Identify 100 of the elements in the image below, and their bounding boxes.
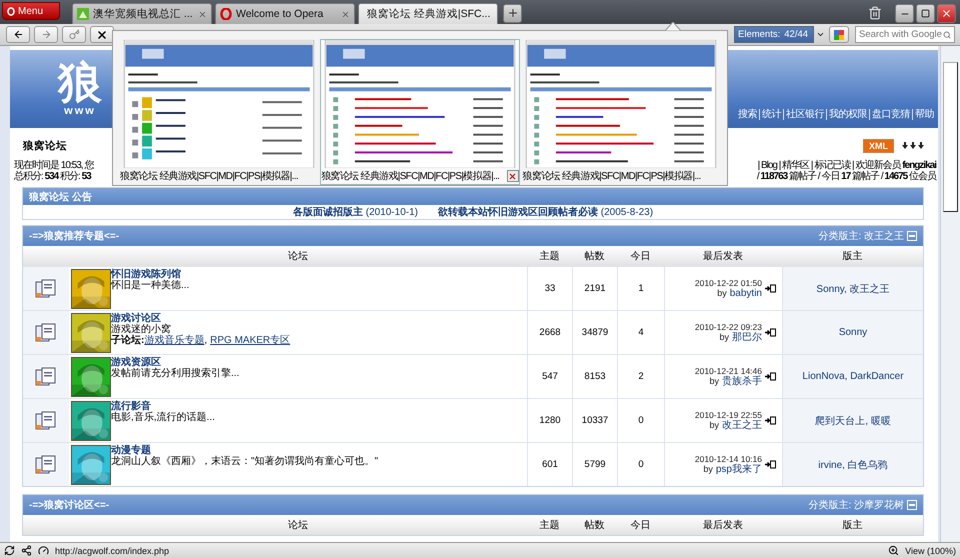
moderator-links[interactable]: Sonny bbox=[782, 311, 923, 354]
tab-thumbnail[interactable]: 狼窝论坛 经典游戏|SFC|MD|FC|PS|模拟器|... bbox=[320, 39, 520, 185]
dropdown-icon[interactable] bbox=[816, 30, 825, 39]
column-header: 今日 bbox=[630, 519, 652, 533]
thumbnail-caption: 狼窝论坛 经典游戏|SFC|MD|FC|PS|模拟器|... bbox=[321, 170, 500, 184]
trash-icon[interactable] bbox=[868, 6, 882, 20]
user-info-text: 现在时间是 10:53, 您 bbox=[14, 160, 94, 171]
share-icon[interactable] bbox=[21, 545, 32, 556]
forum-description: 龙洞山人叙《西厢》，末语云："知著勿谓我尚有童心可也。" bbox=[111, 456, 378, 467]
last-post-date: 2010-12-19 22:55 bbox=[694, 410, 762, 420]
search-icon[interactable] bbox=[943, 30, 951, 40]
last-poster-link[interactable]: 贵族杀手 bbox=[722, 376, 762, 387]
stop-button[interactable] bbox=[90, 26, 114, 43]
go-to-post-icon[interactable] bbox=[765, 416, 776, 425]
search-field[interactable]: Search with Google bbox=[855, 26, 955, 43]
announcement-link[interactable]: 欲转载本站怀旧游戏区回顾帖者必读 (2005-8-23) bbox=[438, 205, 654, 219]
subforum-label: 子论坛: bbox=[111, 335, 144, 346]
forum-name-link[interactable]: 游戏资源区 bbox=[111, 357, 240, 368]
arrows-icon[interactable] bbox=[902, 142, 924, 150]
go-to-post-icon[interactable] bbox=[765, 328, 776, 337]
minimize-button[interactable] bbox=[895, 4, 914, 23]
last-poster-link[interactable]: 改王之王 bbox=[722, 420, 762, 431]
column-header: 帖数 bbox=[584, 250, 606, 264]
collapse-icon[interactable] bbox=[907, 231, 917, 241]
forum-name-link[interactable]: 流行影音 bbox=[111, 401, 215, 412]
site-logo: 狼 bbox=[58, 61, 102, 105]
scrollbar[interactable] bbox=[940, 46, 960, 542]
by-label: by bbox=[719, 332, 729, 343]
search-engine-icon bbox=[834, 30, 844, 40]
moderator-links[interactable]: Sonny, 改王之王 bbox=[782, 267, 923, 310]
user-info-text: 总积分: 534 积分: 53 bbox=[14, 171, 91, 182]
logo-subtitle: www bbox=[64, 105, 96, 117]
tab-thumbnail[interactable]: 狼窝论坛 经典游戏|SFC|MD|FC|PS|模拟器|... bbox=[119, 39, 318, 185]
by-label: by bbox=[717, 288, 727, 299]
go-to-post-icon[interactable] bbox=[765, 372, 776, 381]
nav-link[interactable]: 搜索 bbox=[736, 109, 759, 120]
moderator-links[interactable]: 爬到天台上, 暖暖 bbox=[782, 399, 923, 442]
forum-name-link[interactable]: 怀旧游戏陈列馆 bbox=[111, 269, 190, 280]
forum-title: 狼窝论坛 bbox=[23, 139, 67, 153]
moderator-links[interactable]: irvine, 白色乌鸦 bbox=[782, 443, 923, 486]
forum-description: 怀旧是一种美德... bbox=[111, 280, 190, 291]
topic-count: 33 bbox=[527, 267, 572, 310]
last-post-date: 2010-12-22 09:23 bbox=[694, 322, 762, 332]
close-icon bbox=[508, 172, 518, 181]
nav-link[interactable]: 统计 bbox=[759, 109, 783, 120]
today-count: 0 bbox=[617, 443, 664, 486]
column-header: 主题 bbox=[538, 250, 560, 264]
scrollbar-thumb[interactable] bbox=[943, 62, 958, 212]
nav-link[interactable]: 盘口竞猜 bbox=[869, 109, 912, 120]
column-header: 主题 bbox=[538, 518, 560, 533]
subforum-link[interactable]: 游戏音乐专题 bbox=[144, 335, 204, 346]
browser-tab[interactable]: 澳华宽频电视总汇 ... bbox=[72, 3, 212, 24]
forward-arrow-icon bbox=[40, 29, 52, 40]
category-title: -=>狼窝推荐专题<=- bbox=[29, 229, 120, 243]
go-to-post-icon[interactable] bbox=[765, 284, 776, 293]
subforum-link[interactable]: RPG MAKER专区 bbox=[210, 335, 290, 346]
collapse-icon[interactable] bbox=[907, 500, 917, 510]
close-window-button[interactable] bbox=[937, 4, 956, 23]
zoom-icon[interactable] bbox=[888, 545, 900, 556]
browser-tab[interactable]: Welcome to Opera bbox=[215, 3, 355, 24]
close-button[interactable] bbox=[506, 170, 519, 182]
column-header: 今日 bbox=[630, 250, 652, 264]
elements-field[interactable]: Elements: 42/44 bbox=[734, 26, 814, 43]
last-poster-link[interactable]: psp我来了 bbox=[716, 464, 762, 475]
forum-description: 电影,音乐,流行的话题... bbox=[111, 412, 215, 423]
search-engine-button[interactable] bbox=[829, 26, 849, 43]
browser-tab[interactable]: 狼窝论坛 经典游戏|SFC... bbox=[358, 3, 498, 24]
announcement-link[interactable]: 各版面诚招版主 (2010-10-1) bbox=[292, 205, 418, 219]
back-button[interactable] bbox=[6, 26, 30, 43]
nav-link[interactable]: 我的权限 bbox=[826, 109, 869, 120]
close-icon[interactable] bbox=[341, 10, 350, 18]
forum-name-link[interactable]: 动漫专题 bbox=[111, 445, 378, 456]
moderator-links[interactable]: LionNova, DarkDancer bbox=[782, 355, 923, 398]
reload-icon[interactable] bbox=[4, 545, 15, 556]
nav-link[interactable]: 帮助 bbox=[912, 109, 936, 120]
new-tab-button[interactable] bbox=[503, 4, 522, 22]
menu-button[interactable]: Menu bbox=[2, 2, 60, 20]
last-poster-link[interactable]: babytin bbox=[730, 288, 762, 299]
speed-icon[interactable] bbox=[38, 545, 49, 556]
last-poster-link[interactable]: 那巴尔 bbox=[732, 332, 762, 343]
forum-stats-text: / 118763 篇帖子 / 今日 17 篇帖子 / 14675 位会员 bbox=[756, 171, 936, 182]
plus-icon bbox=[506, 7, 518, 19]
zoom-level[interactable]: View (100%) bbox=[905, 546, 956, 556]
back-arrow-icon bbox=[12, 29, 24, 40]
forum-stats-text: | Blog | 精华区 | 标记已读 | 欢迎新会员 fengzikai bbox=[758, 160, 936, 171]
thumbnail-caption: 狼窝论坛 经典游戏|SFC|MD|FC|PS|模拟器|... bbox=[120, 170, 298, 184]
post-count: 5799 bbox=[572, 443, 617, 486]
key-icon bbox=[68, 29, 80, 40]
tab-thumbnail[interactable]: 狼窝论坛 经典游戏|SFC|MD|FC|PS|模拟器|... bbox=[522, 39, 721, 185]
forum-folder-icon bbox=[35, 454, 57, 474]
restore-button[interactable] bbox=[916, 4, 935, 23]
close-icon[interactable] bbox=[198, 10, 207, 18]
forum-name-link[interactable]: 游戏讨论区 bbox=[111, 313, 290, 324]
subforum-separator: , bbox=[204, 335, 208, 346]
post-count: 10337 bbox=[572, 399, 617, 442]
go-to-post-icon[interactable] bbox=[765, 460, 776, 469]
topic-count: 547 bbox=[527, 355, 572, 398]
today-count: 2 bbox=[617, 355, 664, 398]
nav-link[interactable]: 社区银行 bbox=[783, 109, 826, 120]
post-count: 2191 bbox=[572, 267, 617, 310]
